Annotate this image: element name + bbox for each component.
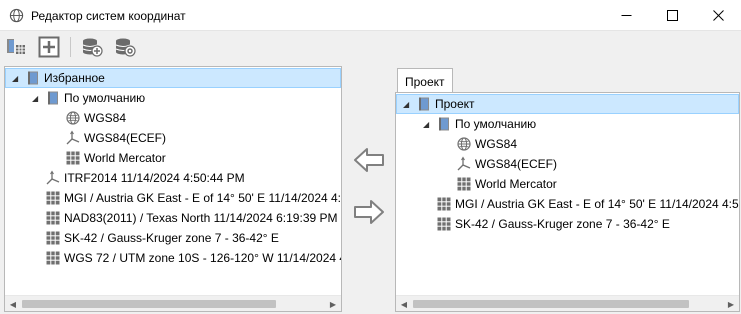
book-icon — [419, 97, 429, 111]
move-right-button[interactable] — [352, 198, 386, 226]
database-gear-icon — [115, 38, 136, 57]
tree-node[interactable]: ◢ По умолчанию — [396, 114, 739, 134]
scroll-right-icon[interactable]: ▶ — [325, 296, 341, 312]
book-icon — [28, 71, 38, 85]
project-tree[interactable]: ◢ Проект ◢ По умолчанию WGS84 WGS84(ECEF) Worl… — [396, 93, 739, 295]
tree-node[interactable]: ◢ Избранное — [5, 68, 341, 88]
split-view-button[interactable] — [4, 35, 28, 59]
axes-icon — [46, 170, 60, 185]
plus-box-icon — [38, 36, 60, 58]
arrow-left-icon — [354, 148, 384, 172]
move-left-button[interactable] — [352, 146, 386, 174]
minimize-icon — [621, 15, 631, 16]
minimize-button[interactable] — [603, 0, 649, 31]
maximize-icon — [666, 10, 678, 21]
expand-toggle-icon[interactable]: ◢ — [423, 120, 432, 129]
tree-node[interactable]: SK-42 / Gauss-Kruger zone 7 - 36-42° E — [396, 214, 739, 234]
expand-toggle-icon[interactable]: ◢ — [32, 94, 41, 103]
tree-node-label: WGS84(ECEF) — [84, 131, 167, 145]
scrollbar-thumb[interactable] — [22, 300, 276, 308]
tree-node[interactable]: ◢ По умолчанию — [5, 88, 341, 108]
grid-icon — [46, 231, 60, 245]
tab-project-label: Проект — [405, 75, 445, 89]
expand-toggle-icon[interactable]: ◢ — [403, 100, 412, 109]
grid-icon — [46, 191, 60, 205]
project-tree-panel: ◢ Проект ◢ По умолчанию WGS84 WGS84(ECEF) Worl… — [395, 92, 740, 312]
tree-node[interactable]: WGS 72 / UTM zone 10S - 126-120° W 11/14… — [5, 248, 341, 268]
close-icon — [712, 10, 724, 21]
panel-splitter[interactable] — [342, 66, 346, 312]
tree-node[interactable]: MGI / Austria GK East - E of 14° 50' E 1… — [5, 188, 341, 208]
tree-node-label: World Mercator — [84, 151, 166, 165]
axes-icon — [66, 130, 80, 145]
favorites-tree-panel: ◢ Избранное ◢ По умолчанию WGS84 WGS84(ECEF) W… — [4, 66, 342, 312]
tree-node[interactable]: MGI / Austria GK East - E of 14° 50' E 1… — [396, 194, 739, 214]
horizontal-scrollbar[interactable]: ◀ ▶ — [396, 295, 739, 311]
database-add-icon — [82, 38, 103, 57]
tree-node[interactable]: WGS84(ECEF) — [5, 128, 341, 148]
coordinate-system-icon — [9, 8, 24, 23]
scroll-left-icon[interactable]: ◀ — [396, 296, 412, 312]
tree-node[interactable]: ITRF2014 11/14/2024 4:50:44 PM — [5, 168, 341, 188]
toolbar — [0, 31, 741, 64]
globe-icon — [66, 111, 80, 125]
add-database-button[interactable] — [80, 35, 104, 59]
tree-node[interactable]: ◢ Проект — [396, 94, 739, 114]
tree-node-label: По умолчанию — [455, 117, 537, 131]
tree-node-label: ITRF2014 11/14/2024 4:50:44 PM — [64, 171, 245, 185]
book-icon — [48, 91, 58, 105]
tree-node-label: Проект — [435, 97, 475, 111]
tree-node-label: По умолчанию — [64, 91, 146, 105]
close-button[interactable] — [695, 0, 741, 31]
scroll-right-icon[interactable]: ▶ — [723, 296, 739, 312]
globe-icon — [457, 137, 471, 151]
horizontal-scrollbar[interactable]: ◀ ▶ — [5, 295, 341, 311]
axes-icon — [457, 156, 471, 171]
arrow-right-icon — [354, 200, 384, 224]
scroll-left-icon[interactable]: ◀ — [5, 296, 21, 312]
tree-node-label: SK-42 / Gauss-Kruger zone 7 - 36-42° E — [64, 231, 279, 245]
book-grid-icon — [7, 39, 25, 54]
tree-node-label: WGS84 — [84, 111, 127, 125]
add-button[interactable] — [37, 35, 61, 59]
database-settings-button[interactable] — [113, 35, 137, 59]
tree-node[interactable]: World Mercator — [5, 148, 341, 168]
tree-node-label: WGS84(ECEF) — [475, 157, 558, 171]
tree-node-label: SK-42 / Gauss-Kruger zone 7 - 36-42° E — [455, 217, 670, 231]
grid-icon — [46, 251, 60, 265]
tree-node-label: WGS 72 / UTM zone 10S - 126-120° W 11/14… — [64, 251, 341, 265]
tree-node[interactable]: WGS84 — [396, 134, 739, 154]
title-bar: Редактор систем координат — [0, 0, 741, 31]
tree-node-label: Избранное — [44, 71, 105, 85]
tree-node[interactable]: SK-42 / Gauss-Kruger zone 7 - 36-42° E — [5, 228, 341, 248]
grid-icon — [437, 197, 451, 211]
tab-project[interactable]: Проект — [397, 68, 453, 93]
grid-icon — [457, 177, 471, 191]
tree-node[interactable]: WGS84 — [5, 108, 341, 128]
tree-node-label: MGI / Austria GK East - E of 14° 50' E 1… — [455, 197, 739, 211]
tree-node[interactable]: NAD83(2011) / Texas North 11/14/2024 6:1… — [5, 208, 341, 228]
window-title: Редактор систем координат — [31, 9, 186, 23]
expand-toggle-icon[interactable]: ◢ — [12, 74, 21, 83]
tree-node[interactable]: World Mercator — [396, 174, 739, 194]
grid-icon — [46, 211, 60, 225]
favorites-tree[interactable]: ◢ Избранное ◢ По умолчанию WGS84 WGS84(ECEF) W… — [5, 67, 341, 295]
book-icon — [439, 117, 449, 131]
grid-icon — [66, 151, 80, 165]
tree-node[interactable]: WGS84(ECEF) — [396, 154, 739, 174]
grid-icon — [437, 217, 451, 231]
maximize-button[interactable] — [649, 0, 695, 31]
tree-node-label: MGI / Austria GK East - E of 14° 50' E 1… — [64, 191, 341, 205]
toolbar-separator — [70, 37, 71, 57]
tree-node-label: NAD83(2011) / Texas North 11/14/2024 6:1… — [64, 211, 338, 225]
tree-node-label: World Mercator — [475, 177, 557, 191]
scrollbar-thumb[interactable] — [413, 300, 689, 308]
tree-node-label: WGS84 — [475, 137, 518, 151]
